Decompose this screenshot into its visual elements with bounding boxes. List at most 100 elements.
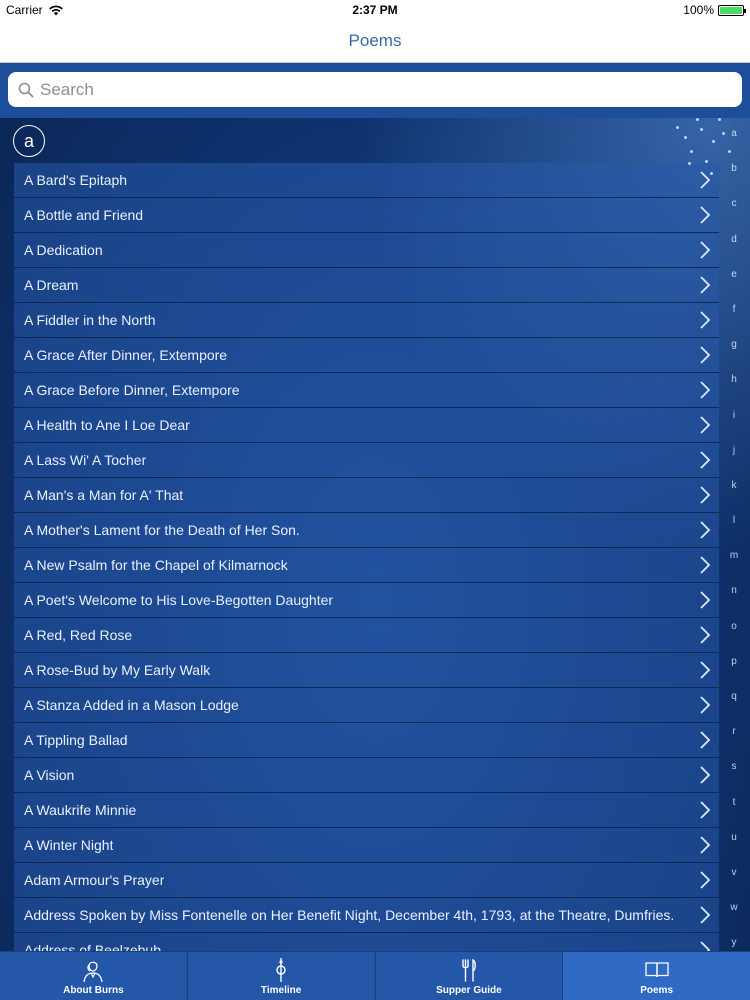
poem-row[interactable]: A Lass Wi' A Tocher <box>14 443 719 478</box>
search-input[interactable] <box>40 79 720 100</box>
poem-row[interactable]: A Fiddler in the North <box>14 303 719 338</box>
tab-supper-guide[interactable]: Supper Guide <box>375 952 564 1000</box>
chevron-right-icon <box>700 556 711 574</box>
tab-label: Timeline <box>260 985 302 996</box>
poem-title: A Bottle and Friend <box>24 207 144 223</box>
sparkle-decoration <box>705 160 708 163</box>
index-letter-m[interactable]: m <box>722 538 746 573</box>
chevron-right-icon <box>700 276 711 294</box>
index-letter-e[interactable]: e <box>722 257 746 292</box>
poem-title: A Mother's Lament for the Death of Her S… <box>24 522 300 538</box>
poem-title: A Dream <box>24 277 79 293</box>
battery-icon <box>718 4 746 16</box>
index-letter-n[interactable]: n <box>722 573 746 608</box>
tab-bar: About Burns Timeline Supper Guide Poems <box>0 951 750 1000</box>
poem-row[interactable]: A Man's a Man for A' That <box>14 478 719 513</box>
sparkle-decoration <box>700 128 703 131</box>
poem-title: A Fiddler in the North <box>24 312 156 328</box>
index-letter-g[interactable]: g <box>722 327 746 362</box>
poem-title: A Waukrife Minnie <box>24 802 137 818</box>
poem-row[interactable]: Adam Armour's Prayer <box>14 863 719 898</box>
chevron-right-icon <box>700 871 711 889</box>
index-letter-d[interactable]: d <box>722 222 746 257</box>
index-letter-c[interactable]: c <box>722 186 746 221</box>
poem-row[interactable]: A Grace Before Dinner, Extempore <box>14 373 719 408</box>
index-letter-j[interactable]: j <box>722 433 746 468</box>
chevron-right-icon <box>700 906 711 924</box>
poem-row[interactable]: A New Psalm for the Chapel of Kilmarnock <box>14 548 719 583</box>
poem-title: A Rose-Bud by My Early Walk <box>24 662 211 678</box>
chevron-right-icon <box>700 731 711 749</box>
index-letter-l[interactable]: l <box>722 503 746 538</box>
chevron-right-icon <box>700 451 711 469</box>
sparkle-decoration <box>676 126 679 129</box>
tab-poems[interactable]: Poems <box>563 952 750 1000</box>
timeline-icon <box>276 958 286 982</box>
poem-row[interactable]: A Dedication <box>14 233 719 268</box>
index-letter-u[interactable]: u <box>722 820 746 855</box>
poem-title: A Vision <box>24 767 75 783</box>
chevron-right-icon <box>700 626 711 644</box>
index-letter-w[interactable]: w <box>722 890 746 925</box>
poem-row[interactable]: A Health to Ane I Loe Dear <box>14 408 719 443</box>
poem-row[interactable]: A Rose-Bud by My Early Walk <box>14 653 719 688</box>
poem-row[interactable]: Address Spoken by Miss Fontenelle on Her… <box>14 898 719 933</box>
poem-title: Address Spoken by Miss Fontenelle on Her… <box>24 907 675 923</box>
index-letter-i[interactable]: i <box>722 398 746 433</box>
battery-percent: 100% <box>683 3 714 17</box>
poem-title: A New Psalm for the Chapel of Kilmarnock <box>24 557 288 573</box>
poem-row[interactable]: A Bard's Epitaph <box>14 163 719 198</box>
chevron-right-icon <box>700 486 711 504</box>
tab-timeline[interactable]: Timeline <box>187 952 376 1000</box>
poem-row[interactable]: A Mother's Lament for the Death of Her S… <box>14 513 719 548</box>
sparkle-decoration <box>690 150 693 153</box>
poem-row[interactable]: A Vision <box>14 758 719 793</box>
alphabet-index[interactable]: abcdefghijklmnopqrstuvwy <box>722 110 746 948</box>
index-letter-f[interactable]: f <box>722 292 746 327</box>
index-letter-o[interactable]: o <box>722 609 746 644</box>
poem-row[interactable]: A Grace After Dinner, Extempore <box>14 338 719 373</box>
index-letter-p[interactable]: p <box>722 644 746 679</box>
poem-list: A Bard's Epitaph A Bottle and Friend A Ded… <box>14 163 719 968</box>
book-icon <box>644 962 669 978</box>
sparkle-decoration <box>728 150 731 153</box>
search-icon <box>18 82 34 97</box>
poem-title: Adam Armour's Prayer <box>24 872 165 888</box>
index-letter-q[interactable]: q <box>722 679 746 714</box>
tab-about-burns[interactable]: About Burns <box>0 952 188 1000</box>
poem-title: A Poet's Welcome to His Love-Begotten Da… <box>24 592 334 608</box>
poem-title: A Grace After Dinner, Extempore <box>24 347 228 363</box>
poem-title: A Bard's Epitaph <box>24 172 128 188</box>
search-field[interactable] <box>8 72 742 107</box>
poem-row[interactable]: A Tippling Ballad <box>14 723 719 758</box>
chevron-right-icon <box>700 591 711 609</box>
sparkle-decoration <box>688 162 691 165</box>
carrier-label: Carrier <box>6 3 43 17</box>
poem-row[interactable]: A Waukrife Minnie <box>14 793 719 828</box>
tab-label: Poems <box>640 985 674 996</box>
chevron-right-icon <box>700 661 711 679</box>
poem-title: A Grace Before Dinner, Extempore <box>24 382 240 398</box>
burns-portrait-icon <box>83 961 104 983</box>
poem-row[interactable]: A Dream <box>14 268 719 303</box>
poem-row[interactable]: A Stanza Added in a Mason Lodge <box>14 688 719 723</box>
index-letter-r[interactable]: r <box>722 714 746 749</box>
chevron-right-icon <box>700 836 711 854</box>
index-letter-h[interactable]: h <box>722 362 746 397</box>
chevron-right-icon <box>700 206 711 224</box>
poem-title: A Dedication <box>24 242 103 258</box>
index-letter-t[interactable]: t <box>722 785 746 820</box>
poem-row[interactable]: A Poet's Welcome to His Love-Begotten Da… <box>14 583 719 618</box>
poem-row[interactable]: A Winter Night <box>14 828 719 863</box>
poem-row[interactable]: A Red, Red Rose <box>14 618 719 653</box>
index-letter-s[interactable]: s <box>722 749 746 784</box>
chevron-right-icon <box>700 801 711 819</box>
index-letter-a[interactable]: a <box>722 116 746 151</box>
index-letter-k[interactable]: k <box>722 468 746 503</box>
index-letter-b[interactable]: b <box>722 151 746 186</box>
index-letter-v[interactable]: v <box>722 855 746 890</box>
sparkle-decoration <box>710 172 713 175</box>
poem-title: A Red, Red Rose <box>24 627 133 643</box>
status-bar: Carrier 2:37 PM 100% <box>0 0 750 20</box>
poem-row[interactable]: A Bottle and Friend <box>14 198 719 233</box>
